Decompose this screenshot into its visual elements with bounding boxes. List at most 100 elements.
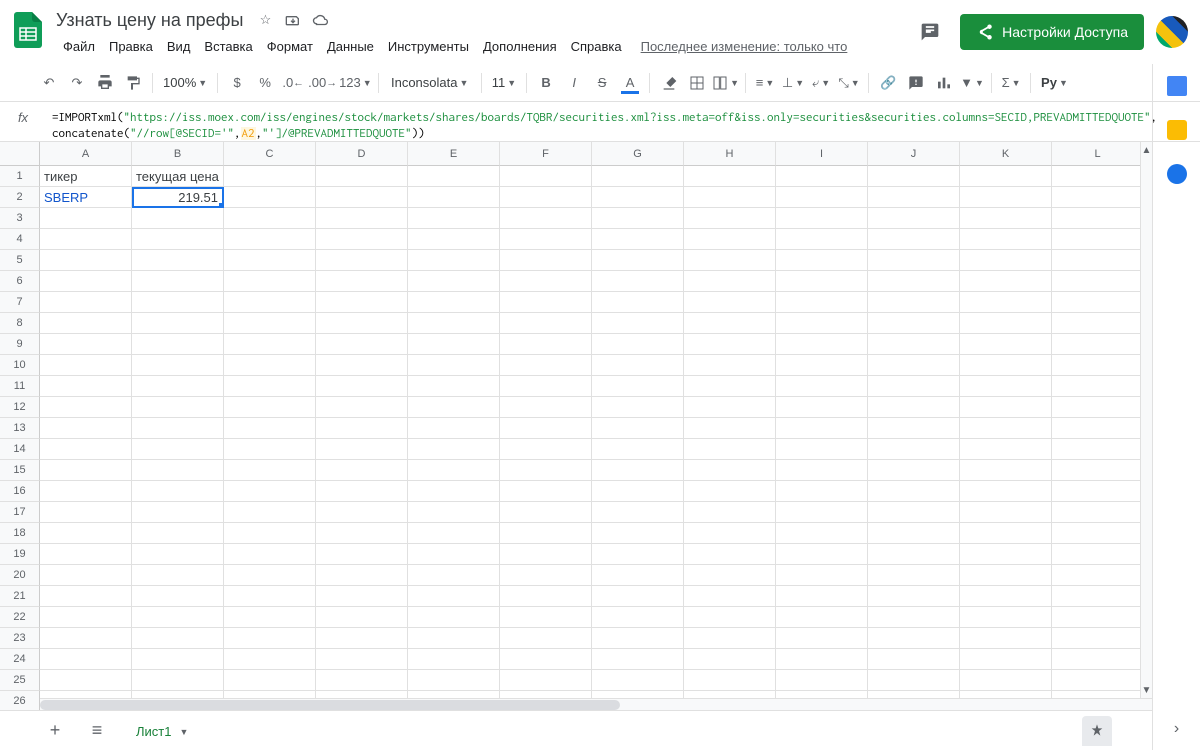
bold-button[interactable]: B [533, 70, 559, 96]
row-header[interactable]: 24 [0, 649, 40, 670]
cell[interactable] [960, 355, 1052, 376]
cell[interactable] [868, 502, 960, 523]
calendar-icon[interactable] [1167, 76, 1187, 96]
cell[interactable] [132, 481, 224, 502]
cell[interactable] [408, 271, 500, 292]
cell[interactable] [132, 397, 224, 418]
cell[interactable] [40, 523, 132, 544]
cell[interactable] [960, 460, 1052, 481]
cell[interactable] [684, 250, 776, 271]
cell[interactable] [684, 544, 776, 565]
cell[interactable] [684, 418, 776, 439]
cell[interactable] [316, 334, 408, 355]
menu-view[interactable]: Вид [160, 37, 198, 56]
cell[interactable] [224, 649, 316, 670]
cell[interactable] [224, 670, 316, 691]
cell[interactable] [776, 502, 868, 523]
cell[interactable] [960, 292, 1052, 313]
cell[interactable] [684, 397, 776, 418]
cell[interactable] [1052, 376, 1144, 397]
row-header[interactable]: 11 [0, 376, 40, 397]
h-align-button[interactable]: ≡▼ [752, 70, 778, 96]
cell[interactable] [868, 334, 960, 355]
cell[interactable] [132, 649, 224, 670]
cell[interactable] [316, 397, 408, 418]
cell[interactable] [1052, 628, 1144, 649]
font-select[interactable]: Inconsolata▼ [385, 70, 475, 96]
cell[interactable] [408, 502, 500, 523]
row-header[interactable]: 5 [0, 250, 40, 271]
cell[interactable] [408, 565, 500, 586]
cell[interactable] [224, 334, 316, 355]
sheet-tab-menu-icon[interactable]: ▼ [179, 727, 188, 737]
column-header[interactable]: F [500, 142, 592, 166]
cell[interactable] [408, 376, 500, 397]
row-header[interactable]: 26 [0, 691, 40, 710]
cell[interactable] [776, 544, 868, 565]
cell[interactable] [868, 670, 960, 691]
cell[interactable] [1052, 208, 1144, 229]
cell[interactable] [132, 586, 224, 607]
column-header[interactable]: G [592, 142, 684, 166]
cell[interactable] [316, 565, 408, 586]
cell[interactable] [592, 607, 684, 628]
cell[interactable] [132, 565, 224, 586]
cell[interactable] [868, 523, 960, 544]
cell[interactable] [40, 334, 132, 355]
cell[interactable] [316, 628, 408, 649]
cell[interactable] [1052, 292, 1144, 313]
cell[interactable] [316, 607, 408, 628]
percent-button[interactable]: % [252, 70, 278, 96]
cell[interactable] [684, 649, 776, 670]
cell[interactable] [40, 250, 132, 271]
row-header[interactable]: 14 [0, 439, 40, 460]
cell[interactable] [500, 355, 592, 376]
cell[interactable] [1052, 460, 1144, 481]
row-header[interactable]: 16 [0, 481, 40, 502]
cell[interactable] [684, 628, 776, 649]
cell[interactable] [316, 649, 408, 670]
menu-insert[interactable]: Вставка [197, 37, 259, 56]
cell[interactable] [592, 628, 684, 649]
cell[interactable] [868, 271, 960, 292]
row-header[interactable]: 4 [0, 229, 40, 250]
cell[interactable] [592, 208, 684, 229]
menu-tools[interactable]: Инструменты [381, 37, 476, 56]
cell[interactable] [408, 292, 500, 313]
cell[interactable] [960, 481, 1052, 502]
cell[interactable] [868, 565, 960, 586]
star-icon[interactable]: ☆ [255, 10, 275, 30]
cell[interactable] [592, 397, 684, 418]
fx-icon[interactable]: fx [0, 106, 46, 125]
cell[interactable] [132, 607, 224, 628]
row-header[interactable]: 17 [0, 502, 40, 523]
cell[interactable] [868, 607, 960, 628]
cell[interactable] [1052, 229, 1144, 250]
cell[interactable] [316, 187, 408, 208]
cell[interactable] [592, 502, 684, 523]
cell[interactable] [1052, 481, 1144, 502]
cell[interactable] [408, 334, 500, 355]
cell[interactable] [500, 418, 592, 439]
row-header[interactable]: 19 [0, 544, 40, 565]
font-size-select[interactable]: 11▼ [488, 70, 520, 96]
cell[interactable] [132, 292, 224, 313]
cell[interactable] [132, 460, 224, 481]
cell[interactable] [684, 460, 776, 481]
cell[interactable] [132, 229, 224, 250]
move-icon[interactable] [283, 10, 303, 30]
print-button[interactable] [92, 70, 118, 96]
cell[interactable]: 219.51 [132, 187, 224, 208]
row-header[interactable]: 21 [0, 586, 40, 607]
last-edit-link[interactable]: Последнее изменение: только что [641, 39, 848, 54]
cell[interactable] [224, 418, 316, 439]
cell[interactable] [224, 292, 316, 313]
cell[interactable] [40, 460, 132, 481]
v-align-button[interactable]: ⊥▼ [780, 70, 806, 96]
cell[interactable] [776, 355, 868, 376]
cell[interactable] [408, 649, 500, 670]
column-header[interactable]: B [132, 142, 224, 166]
cell[interactable] [960, 376, 1052, 397]
cell[interactable] [776, 397, 868, 418]
select-all-corner[interactable] [0, 142, 40, 166]
